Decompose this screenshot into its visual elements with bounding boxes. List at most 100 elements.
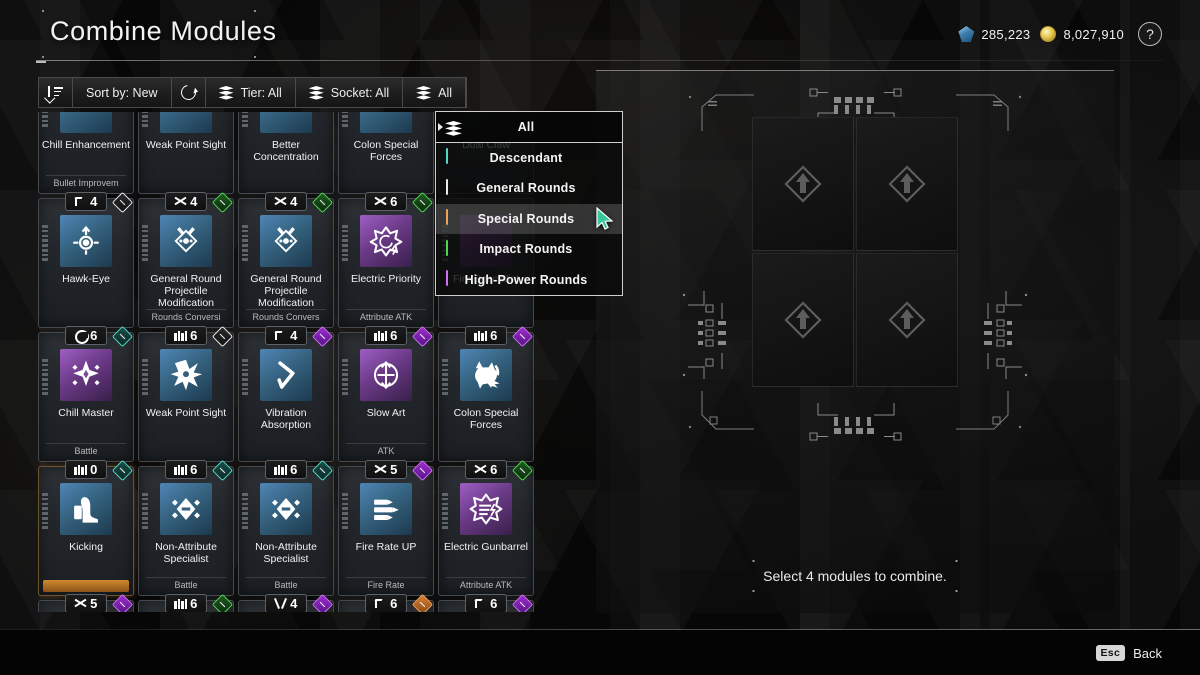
module-capacity-chip: 4	[265, 594, 307, 612]
module-category-tag: Rounds Convers	[246, 309, 326, 322]
card-rail-decor	[242, 493, 248, 531]
module-card[interactable]: Chill Enhancement Bullet Improvem	[38, 112, 134, 194]
module-capacity-value: 6	[190, 596, 198, 611]
card-rail-decor	[142, 359, 148, 397]
module-category-tag: Battle	[46, 443, 126, 456]
combine-slot[interactable]	[856, 117, 958, 251]
combine-slot[interactable]	[752, 253, 854, 387]
card-rail-decor	[242, 359, 248, 397]
socket-type-icon	[474, 598, 487, 609]
socket-type-icon	[274, 464, 288, 475]
socket-type-icon	[474, 330, 488, 341]
dropdown-item-descendant[interactable]: Descendant	[436, 143, 622, 174]
crystal-icon	[958, 26, 975, 42]
card-rail-decor	[42, 359, 48, 397]
module-artwork	[160, 215, 212, 267]
module-artwork	[60, 215, 112, 267]
selected-arrow-icon	[438, 122, 443, 131]
module-card[interactable]: 4 General Round Projectile Modification Ro…	[238, 191, 334, 328]
card-rail-decor	[442, 493, 448, 531]
module-category-tag: Attribute ATK	[346, 309, 426, 322]
module-artwork	[160, 112, 212, 133]
type-filter-dropdown[interactable]: All	[403, 78, 467, 107]
module-card[interactable]: Weak Point Sight	[138, 112, 234, 194]
module-capacity-chip: 5	[365, 460, 407, 479]
dropdown-item-all[interactable]: All	[436, 112, 622, 143]
combine-slot[interactable]	[752, 117, 854, 251]
combine-hint-text: Select 4 modules to combine.	[763, 568, 947, 584]
module-card[interactable]: Colon Special Forces	[338, 112, 434, 194]
module-card[interactable]: 6 Weak Point Sight	[138, 325, 234, 462]
module-card[interactable]: 5	[38, 593, 134, 612]
module-card[interactable]: 6 Non-Attribute Specialist Battle	[138, 459, 234, 596]
dropdown-item-label: High-Power Rounds	[464, 272, 588, 287]
module-name: Electric Priority	[350, 273, 421, 285]
module-capacity-chip: 4	[165, 192, 207, 211]
module-card[interactable]: 6 Non-Attribute Specialist Battle	[238, 459, 334, 596]
combine-slot[interactable]	[856, 253, 958, 387]
module-card[interactable]: 6	[138, 593, 234, 612]
module-card[interactable]: 6	[438, 593, 534, 612]
dropdown-item-impact-rounds[interactable]: Impact Rounds	[436, 234, 622, 265]
card-rail-decor	[42, 225, 48, 263]
footer-bar	[0, 630, 1200, 675]
dropdown-item-label: Descendant	[489, 150, 563, 165]
module-card[interactable]: Better Concentration	[238, 112, 334, 194]
page-title: Combine Modules	[50, 16, 277, 46]
module-artwork	[360, 112, 412, 133]
module-card[interactable]: 4	[238, 593, 334, 612]
card-rail-decor	[342, 112, 348, 129]
module-capacity-chip: 6	[465, 326, 507, 345]
module-card[interactable]: 0 Kicking	[38, 459, 134, 596]
module-card[interactable]: 6 Colon Special Forces	[438, 325, 534, 462]
module-name: Non-Attribute Specialist	[255, 541, 317, 565]
module-equipped-indicator	[43, 580, 129, 592]
module-card[interactable]: 6	[338, 593, 434, 612]
combine-modules-screen: Combine Modules 285,223 8,027,910 ? Sort…	[0, 0, 1200, 675]
card-rail-decor	[142, 493, 148, 531]
tier-filter-dropdown[interactable]: Tier: All	[206, 78, 296, 107]
module-artwork	[360, 215, 412, 267]
module-artwork	[460, 349, 512, 401]
module-category-tag: Attribute ATK	[446, 577, 526, 590]
reset-filters-button[interactable]	[172, 78, 206, 107]
module-name: General Round Projectile Modification	[250, 273, 322, 309]
module-capacity-chip: 6	[365, 192, 407, 211]
sort-by-dropdown[interactable]: Sort by: New	[73, 78, 172, 107]
module-capacity-chip: 0	[65, 460, 107, 479]
module-capacity-chip: 6	[365, 326, 407, 345]
module-card[interactable]: 4 Hawk-Eye	[38, 191, 134, 328]
currency-bar: 285,223 8,027,910 ?	[958, 22, 1162, 46]
type-filter-dropdown-menu[interactable]: All Descendant General Rounds Special Round…	[435, 111, 623, 296]
module-card[interactable]: 4 General Round Projectile Modification Ro…	[138, 191, 234, 328]
empty-slot-diamond-arrow-icon	[887, 300, 927, 340]
module-card[interactable]: 6 Electric Priority Attribute ATK	[338, 191, 434, 328]
circuit-decor-bottom-left	[688, 389, 758, 439]
socket-type-icon	[374, 598, 387, 609]
sort-direction-button[interactable]	[39, 78, 73, 107]
card-rail-decor	[342, 225, 348, 263]
module-artwork	[60, 349, 112, 401]
dropdown-item-high-power-rounds[interactable]: High-Power Rounds	[436, 265, 622, 296]
module-capacity-chip: 5	[65, 594, 107, 612]
module-capacity-value: 6	[390, 596, 398, 611]
dropdown-item-general-rounds[interactable]: General Rounds	[436, 173, 622, 204]
dropdown-item-special-rounds[interactable]: Special Rounds	[436, 203, 622, 234]
socket-type-icon	[74, 196, 87, 207]
module-card[interactable]: 4 Vibration Absorption	[238, 325, 334, 462]
module-card[interactable]: 6 Slow Art ATK	[338, 325, 434, 462]
back-action[interactable]: Esc Back	[1095, 645, 1162, 661]
module-card[interactable]: 5 Fire Rate UP Fire Rate	[338, 459, 434, 596]
module-card[interactable]: 6 Chill Master Battle	[38, 325, 134, 462]
help-button[interactable]: ?	[1138, 22, 1162, 46]
module-artwork	[60, 483, 112, 535]
module-artwork	[360, 483, 412, 535]
header-divider	[36, 60, 1164, 63]
module-category-tag: Rounds Conversi	[146, 309, 226, 322]
module-capacity-value: 6	[390, 194, 398, 209]
socket-filter-dropdown[interactable]: Socket: All	[296, 78, 404, 107]
module-card[interactable]: 6 Electric Gunbarrel Attribute ATK	[438, 459, 534, 596]
socket-type-icon	[374, 464, 387, 475]
module-name: General Round Projectile Modification	[150, 273, 222, 309]
currency-crystal: 285,223	[958, 26, 1030, 42]
